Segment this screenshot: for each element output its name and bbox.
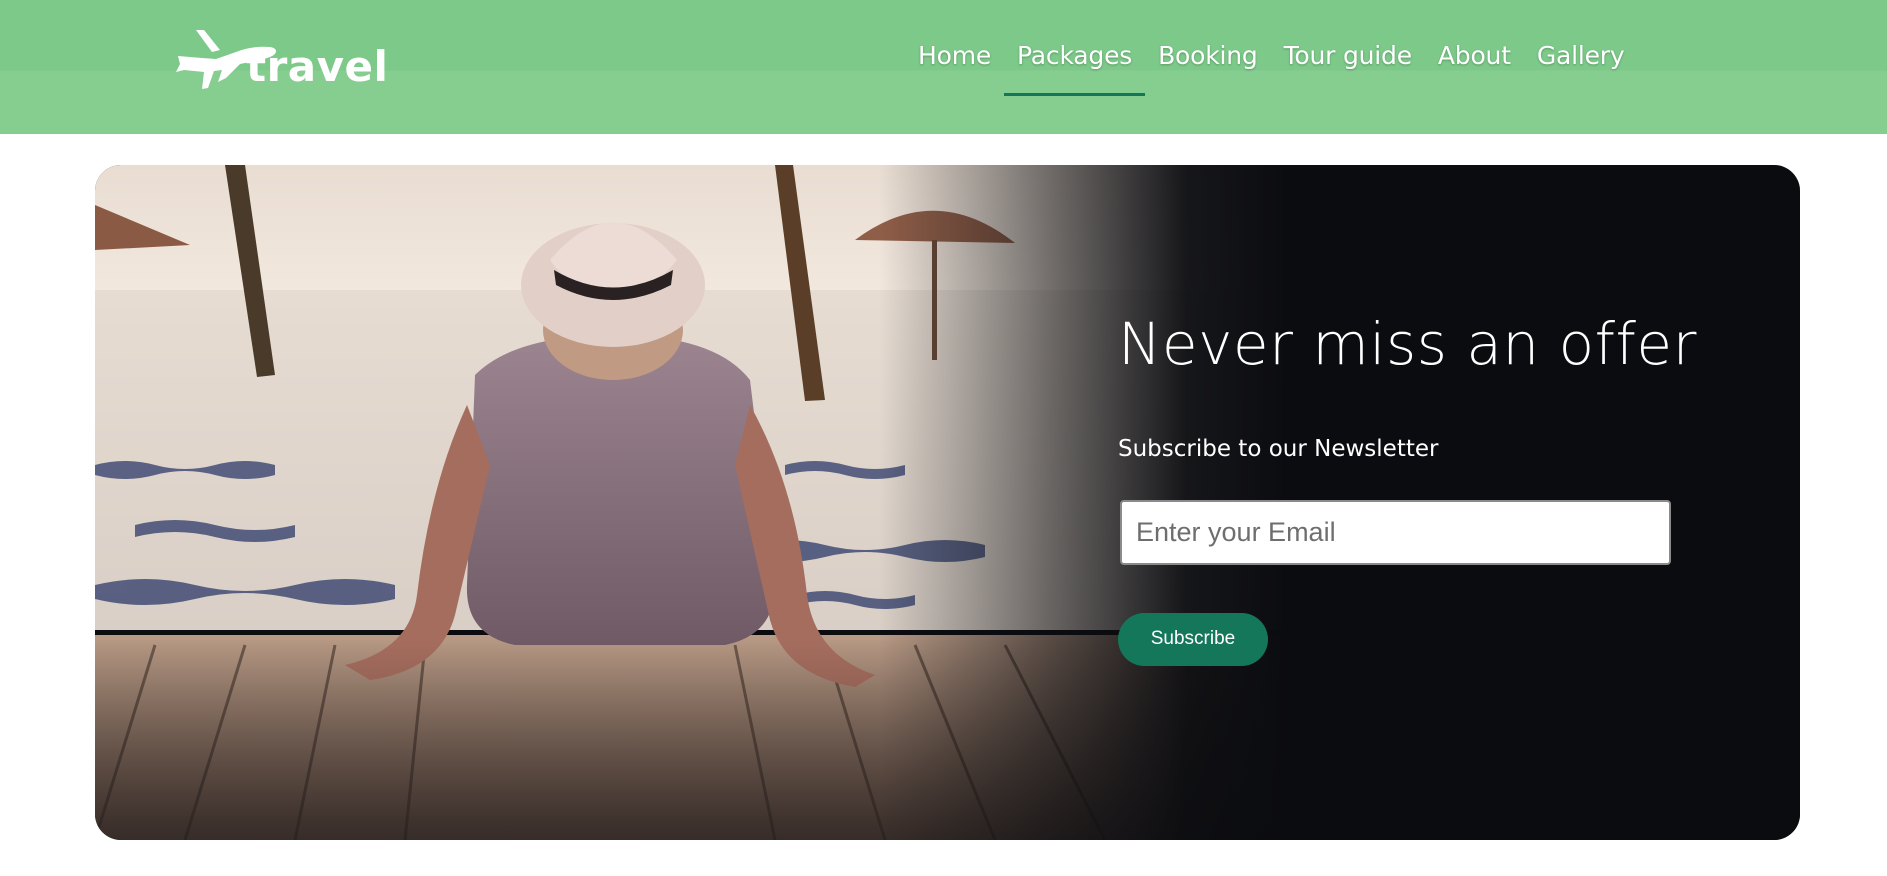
nav-item-packages[interactable]: Packages xyxy=(1004,38,1146,96)
nav-item-about[interactable]: About xyxy=(1425,38,1524,96)
nav-item-booking[interactable]: Booking xyxy=(1145,38,1270,96)
nav-item-tour-guide[interactable]: Tour guide xyxy=(1271,38,1425,96)
hero-bottom-overlay xyxy=(95,640,1800,840)
site-header: travel Home Packages Booking Tour guide … xyxy=(0,0,1887,134)
main-nav: Home Packages Booking Tour guide About G… xyxy=(905,38,1637,98)
brand-name: travel xyxy=(246,42,389,91)
newsletter-subtitle: Subscribe to our Newsletter xyxy=(1118,435,1439,462)
nav-item-gallery[interactable]: Gallery xyxy=(1524,38,1638,96)
subscribe-button[interactable]: Subscribe xyxy=(1118,612,1268,666)
newsletter-panel: Never miss an offer Subscribe to our New… xyxy=(1118,310,1738,666)
newsletter-hero: Never miss an offer Subscribe to our New… xyxy=(95,165,1800,840)
email-field[interactable] xyxy=(1120,499,1671,565)
offer-title: Never miss an offer xyxy=(1118,310,1697,378)
brand-logo[interactable]: travel xyxy=(174,26,388,98)
nav-item-home[interactable]: Home xyxy=(905,38,1004,96)
